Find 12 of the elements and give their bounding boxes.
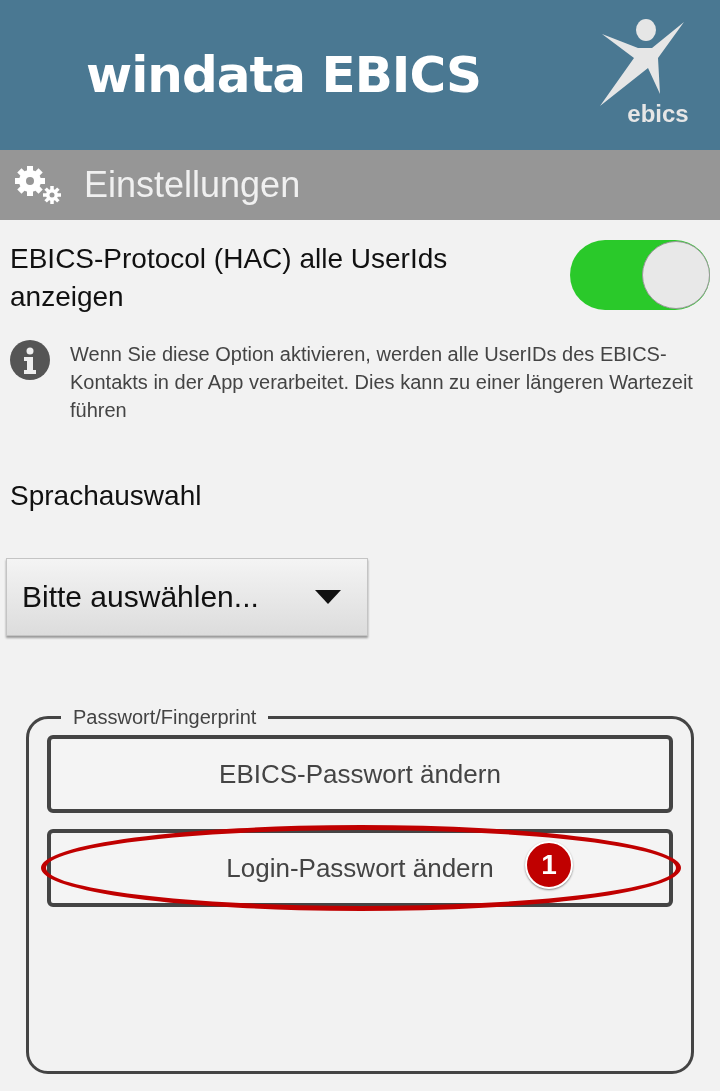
logo-text: ebics [627, 100, 689, 128]
app-title: windata EBICS [86, 46, 481, 104]
gears-icon [14, 165, 64, 205]
info-text: Wenn Sie diese Option aktivieren, werden alle UserIDs des EBICS-Kontakts in der App verarbeitet. Dies kann zu einer längeren Wartezeit führen [70, 342, 694, 423]
group-label: Passwort/Fingerprint [72, 706, 258, 729]
setting-label: EBICS-Protocol (HAC) alle UserIds anzeigen [10, 242, 449, 314]
info-icon [10, 340, 50, 380]
password-button[interactable]: EBICS-Passwort ändern [47, 735, 673, 813]
language-dropdown[interactable]: Bitte auswählen... [6, 558, 368, 636]
section-title: Einstellungen [84, 164, 301, 206]
caret-icon [315, 590, 341, 604]
language-label: Sprachauswahl [10, 480, 203, 513]
